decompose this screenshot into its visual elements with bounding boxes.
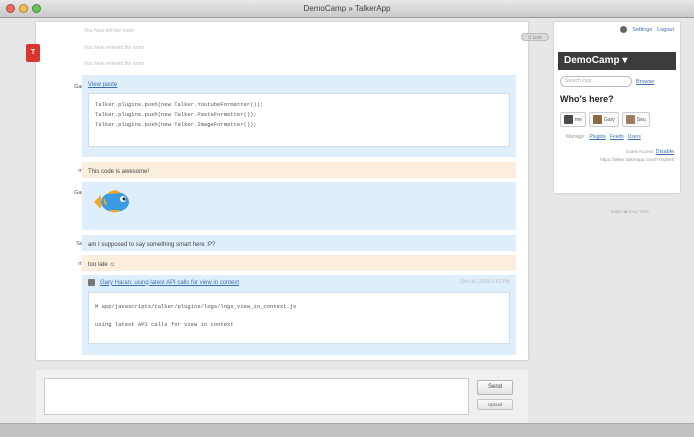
message-bubble: View paste Talker.plugins.push(new Talke… bbox=[82, 75, 516, 157]
code-line: Talker.plugins.push(new Talker.PasteForm… bbox=[95, 111, 257, 118]
code-line: Talker.plugins.push(new Talker.ImageForm… bbox=[95, 121, 257, 128]
live-toggle-pill[interactable]: 0 Live bbox=[521, 33, 549, 41]
gear-icon bbox=[620, 26, 628, 33]
send-button[interactable]: Send bbox=[477, 380, 513, 395]
message-bubble bbox=[82, 182, 516, 230]
manage-label: Manage: bbox=[566, 134, 586, 140]
settings-link[interactable]: Settings bbox=[632, 27, 652, 33]
whos-here-heading: Who's here? bbox=[560, 94, 614, 104]
talker-logo-icon: T bbox=[26, 44, 40, 62]
system-message: You have entered the room bbox=[84, 45, 145, 51]
message-bubble: am I supposed to say something smart her… bbox=[82, 235, 516, 251]
account-links: Settings Logout bbox=[620, 26, 674, 33]
system-message: You have entered the room bbox=[84, 61, 145, 67]
message-row: Gary Haran: using latest API calls for v… bbox=[36, 275, 516, 355]
user-name: Seu bbox=[636, 116, 646, 123]
composer-panel: Send Upload bbox=[36, 370, 528, 423]
window-titlebar: DemoCamp » TalkerApp bbox=[0, 0, 694, 18]
message-row: me too late ☺ bbox=[36, 255, 516, 271]
app-content: T You have left the room You have entere… bbox=[0, 18, 694, 423]
disable-guest-link[interactable]: Disable bbox=[656, 149, 674, 155]
user-badge[interactable]: me bbox=[560, 112, 586, 127]
code-line: Talker.plugins.push(new Talker.YoutubeFo… bbox=[95, 101, 264, 108]
user-badge[interactable]: Gary bbox=[588, 112, 619, 127]
message-bubble: This code is awesome! bbox=[82, 162, 516, 178]
message-timestamp: Dec 06, 2009 1:43 PM bbox=[460, 279, 510, 285]
message-row: me This code is awesome! bbox=[36, 162, 516, 178]
user-name: me bbox=[575, 116, 582, 123]
message-text: too late ☺ bbox=[88, 262, 116, 268]
message-text: This code is awesome! bbox=[88, 169, 150, 175]
feeds-link[interactable]: Feeds bbox=[610, 134, 624, 140]
powered-by: Talker ◀ Gray Time bbox=[610, 209, 649, 214]
log-search: Search logs ... Browse bbox=[560, 76, 676, 87]
logout-link[interactable]: Logout bbox=[657, 27, 674, 33]
upload-button[interactable]: Upload bbox=[477, 399, 513, 410]
guest-url[interactable]: https://talker.talkerapp.com/r/Yayfeelt bbox=[600, 156, 674, 163]
paste-header: Gary Haran: using latest API calls for v… bbox=[88, 279, 510, 286]
code-block: Talker.plugins.push(new Talker.YoutubeFo… bbox=[88, 93, 510, 147]
users-link[interactable]: Users bbox=[628, 134, 641, 140]
code-line: using latest API calls for view in conte… bbox=[95, 321, 234, 328]
avatar bbox=[592, 115, 602, 124]
commit-icon bbox=[88, 279, 95, 286]
window-title: DemoCamp » TalkerApp bbox=[303, 4, 391, 13]
system-message: You have left the room bbox=[84, 28, 134, 34]
window-bottom-bar bbox=[0, 423, 694, 437]
user-name: Gary bbox=[603, 116, 615, 123]
message-row: Seu am I supposed to say something smart… bbox=[36, 235, 516, 251]
guest-access: Guest Access: Disable https://talker.tal… bbox=[600, 148, 674, 163]
message-input[interactable] bbox=[44, 378, 469, 415]
plugins-link[interactable]: Plugins bbox=[589, 134, 605, 140]
message-row: Gary View paste Talker.plugins.push(new … bbox=[36, 75, 516, 157]
code-block: M app/javascripts/talker/plugins/logs/lo… bbox=[88, 292, 510, 344]
message-bubble: too late ☺ bbox=[82, 255, 516, 271]
manage-links: Manage: Plugins Feeds Users bbox=[566, 134, 641, 140]
message-bubble: Gary Haran: using latest API calls for v… bbox=[82, 275, 516, 355]
message-text: am I supposed to say something smart her… bbox=[88, 242, 216, 248]
commit-link[interactable]: Gary Haran: using latest API calls for v… bbox=[100, 280, 239, 286]
browse-link[interactable]: Browse bbox=[636, 79, 654, 85]
avatar bbox=[564, 115, 573, 124]
avatar bbox=[625, 115, 635, 124]
user-list: me Gary Seu bbox=[560, 112, 650, 127]
search-logs-input[interactable]: Search logs ... bbox=[560, 76, 632, 87]
sidebar: Settings Logout DemoCamp ▾ Search logs .… bbox=[554, 22, 680, 193]
user-badge[interactable]: Seu bbox=[621, 112, 650, 127]
message-row: Gary bbox=[36, 182, 516, 230]
room-selector[interactable]: DemoCamp ▾ bbox=[558, 52, 676, 70]
code-line: M app/javascripts/talker/plugins/logs/lo… bbox=[95, 303, 297, 310]
fish-image[interactable] bbox=[92, 188, 134, 216]
guest-access-label: Guest Access: bbox=[625, 149, 655, 154]
view-paste-link[interactable]: View paste bbox=[88, 82, 117, 88]
